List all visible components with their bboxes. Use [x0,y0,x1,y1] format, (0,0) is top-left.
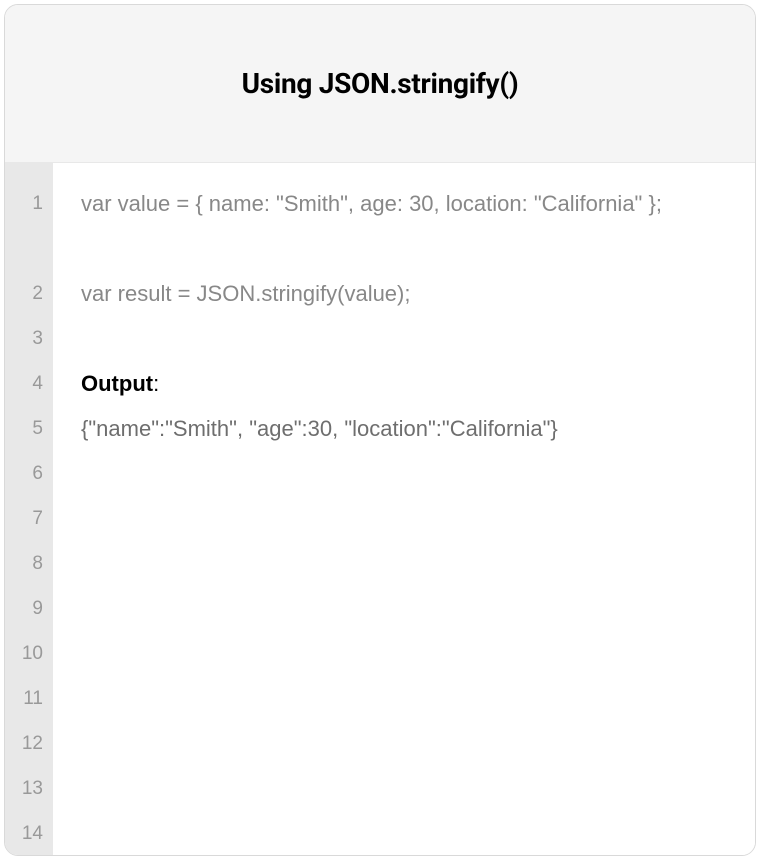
line-number: 8 [5,541,53,586]
code-line-3 [81,316,727,361]
line-number: 5 [5,406,53,451]
line-number: 3 [5,316,53,361]
output-label: Output [81,371,153,396]
line-number: 4 [5,361,53,406]
code-line-4: Output: [81,361,727,406]
line-number: 6 [5,451,53,496]
editor-area: 1 2 3 4 5 6 7 8 9 10 11 12 13 14 15 var … [5,163,755,855]
line-number: 10 [5,631,53,676]
code-line-1: var value = { name: "Smith", age: 30, lo… [81,181,727,271]
output-colon: : [153,371,159,396]
code-line-2: var result = JSON.stringify(value); [81,271,727,316]
line-number-gutter: 1 2 3 4 5 6 7 8 9 10 11 12 13 14 15 [5,163,53,855]
line-number: 12 [5,721,53,766]
line-number: 1 [5,181,53,226]
line-number: 11 [5,676,53,721]
line-number: 7 [5,496,53,541]
line-number: 14 [5,811,53,856]
header: Using JSON.stringify() [5,5,755,163]
line-number: 13 [5,766,53,811]
page-title: Using JSON.stringify() [242,67,519,100]
line-number: 2 [5,271,53,316]
code-line-5: {"name":"Smith", "age":30, "location":"C… [81,406,727,451]
code-snippet-card: Using JSON.stringify() 1 2 3 4 5 6 7 8 9… [4,4,756,856]
code-content: var value = { name: "Smith", age: 30, lo… [53,163,755,855]
line-number: 9 [5,586,53,631]
